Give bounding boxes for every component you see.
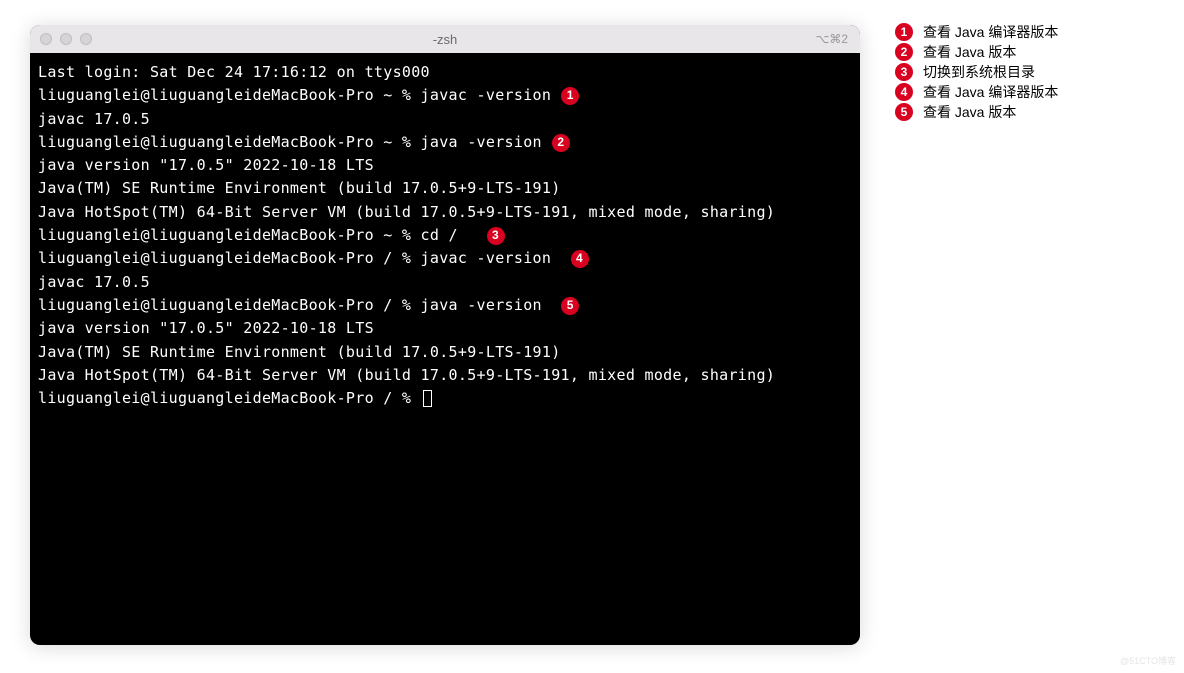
legend-text: 切换到系统根目录 (923, 62, 1035, 82)
terminal-text: Java HotSpot(TM) 64-Bit Server VM (build… (38, 201, 775, 224)
terminal-line: liuguanglei@liuguangleideMacBook-Pro ~ %… (38, 224, 852, 247)
terminal-text: liuguanglei@liuguangleideMacBook-Pro ~ %… (38, 84, 551, 107)
terminal-line: Java(TM) SE Runtime Environment (build 1… (38, 177, 852, 200)
terminal-line: Java HotSpot(TM) 64-Bit Server VM (build… (38, 201, 852, 224)
legend-text: 查看 Java 版本 (923, 42, 1016, 62)
terminal-line: java version "17.0.5" 2022-10-18 LTS (38, 154, 852, 177)
terminal-content[interactable]: Last login: Sat Dec 24 17:16:12 on ttys0… (30, 53, 860, 418)
window-titlebar: -zsh ⌥⌘2 (30, 25, 860, 53)
terminal-line: Last login: Sat Dec 24 17:16:12 on ttys0… (38, 61, 852, 84)
watermark: @51CTO博客 (1120, 654, 1176, 667)
terminal-text: liuguanglei@liuguangleideMacBook-Pro ~ %… (38, 224, 477, 247)
terminal-line: Java HotSpot(TM) 64-Bit Server VM (build… (38, 364, 852, 387)
terminal-text: Java(TM) SE Runtime Environment (build 1… (38, 177, 561, 200)
close-button[interactable] (40, 33, 52, 45)
terminal-line: liuguanglei@liuguangleideMacBook-Pro ~ %… (38, 84, 852, 107)
annotation-badge: 5 (561, 297, 579, 315)
terminal-line: liuguanglei@liuguangleideMacBook-Pro ~ %… (38, 131, 852, 154)
legend-item: 1 查看 Java 编译器版本 (895, 22, 1058, 42)
terminal-text: javac 17.0.5 (38, 108, 150, 131)
terminal-line: java version "17.0.5" 2022-10-18 LTS (38, 317, 852, 340)
maximize-button[interactable] (80, 33, 92, 45)
terminal-line: javac 17.0.5 (38, 108, 852, 131)
legend-badge: 1 (895, 23, 913, 41)
legend-item: 5 查看 Java 版本 (895, 102, 1058, 122)
minimize-button[interactable] (60, 33, 72, 45)
annotation-badge: 3 (487, 227, 505, 245)
annotation-legend: 1 查看 Java 编译器版本 2 查看 Java 版本 3 切换到系统根目录 4 查看 Ja… (895, 22, 1058, 122)
legend-badge: 4 (895, 83, 913, 101)
legend-item: 3 切换到系统根目录 (895, 62, 1058, 82)
terminal-prompt-line: liuguanglei@liuguangleideMacBook-Pro / % (38, 387, 852, 410)
terminal-text: java version "17.0.5" 2022-10-18 LTS (38, 154, 374, 177)
legend-badge: 5 (895, 103, 913, 121)
legend-badge: 3 (895, 63, 913, 81)
terminal-line: liuguanglei@liuguangleideMacBook-Pro / %… (38, 294, 852, 317)
legend-text: 查看 Java 编译器版本 (923, 22, 1058, 42)
window-shortcut: ⌥⌘2 (815, 32, 848, 46)
annotation-badge: 2 (552, 134, 570, 152)
terminal-text: java version "17.0.5" 2022-10-18 LTS (38, 317, 374, 340)
legend-badge: 2 (895, 43, 913, 61)
terminal-text: liuguanglei@liuguangleideMacBook-Pro / %… (38, 247, 561, 270)
terminal-text: liuguanglei@liuguangleideMacBook-Pro / %… (38, 294, 551, 317)
legend-item: 2 查看 Java 版本 (895, 42, 1058, 62)
traffic-lights (40, 33, 92, 45)
terminal-prompt: liuguanglei@liuguangleideMacBook-Pro / % (38, 387, 421, 410)
cursor-icon (423, 390, 432, 407)
legend-text: 查看 Java 版本 (923, 102, 1016, 122)
terminal-line: Java(TM) SE Runtime Environment (build 1… (38, 341, 852, 364)
annotation-badge: 1 (561, 87, 579, 105)
terminal-line: liuguanglei@liuguangleideMacBook-Pro / %… (38, 247, 852, 270)
terminal-text: liuguanglei@liuguangleideMacBook-Pro ~ %… (38, 131, 542, 154)
terminal-line: javac 17.0.5 (38, 271, 852, 294)
terminal-window: -zsh ⌥⌘2 Last login: Sat Dec 24 17:16:12… (30, 25, 860, 645)
terminal-text: javac 17.0.5 (38, 271, 150, 294)
legend-text: 查看 Java 编译器版本 (923, 82, 1058, 102)
terminal-text: Java HotSpot(TM) 64-Bit Server VM (build… (38, 364, 775, 387)
legend-item: 4 查看 Java 编译器版本 (895, 82, 1058, 102)
terminal-text: Last login: Sat Dec 24 17:16:12 on ttys0… (38, 61, 430, 84)
annotation-badge: 4 (571, 250, 589, 268)
window-title: -zsh (433, 32, 458, 47)
terminal-text: Java(TM) SE Runtime Environment (build 1… (38, 341, 561, 364)
